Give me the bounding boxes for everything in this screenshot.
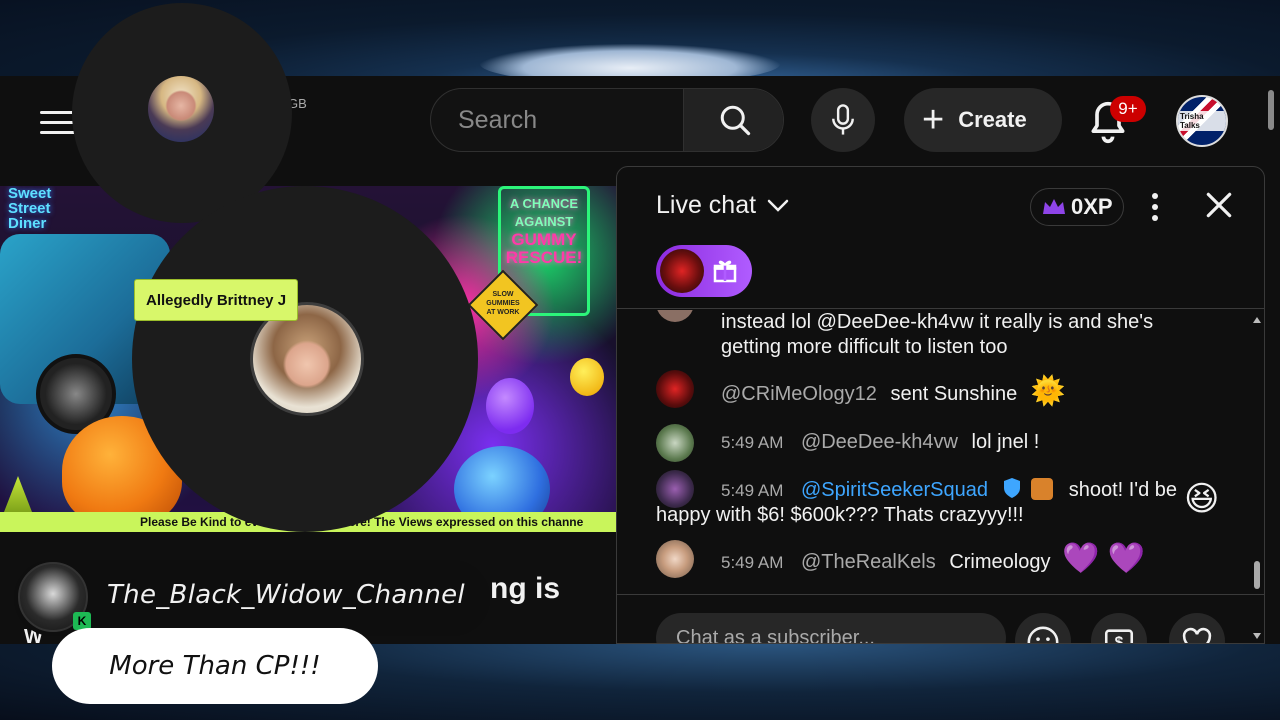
page-scrollbar[interactable] bbox=[1268, 90, 1274, 130]
yellow-gummy-bear bbox=[570, 358, 604, 396]
tagline-banner: More Than CP!!! bbox=[52, 628, 378, 704]
chat-author[interactable]: @DeeDee-kh4vw bbox=[801, 431, 958, 453]
voice-search-button[interactable] bbox=[811, 88, 875, 152]
member-badge-icon bbox=[1031, 478, 1054, 500]
live-chat-header: Live chat 0XP bbox=[617, 167, 1264, 309]
road-sign-text: SLOW GUMMIES AT WORK bbox=[486, 291, 520, 316]
video-title-fragment: ng is bbox=[490, 572, 561, 605]
chat-message: 5:49 AM @SpiritSeekerSquad shoot! I'd be… bbox=[656, 477, 1220, 528]
super-chat-button[interactable]: $ bbox=[1091, 613, 1147, 644]
traffic-cone bbox=[4, 476, 32, 512]
create-button[interactable]: + Create bbox=[904, 88, 1062, 152]
heart-icon bbox=[1182, 627, 1212, 643]
account-avatar-label: Trisha Talks bbox=[1178, 111, 1226, 131]
chat-message-text: instead lol @DeeDee-kh4vw it really is a… bbox=[721, 311, 1154, 358]
emoji-button[interactable] bbox=[1015, 613, 1071, 643]
guest-name-tag: Allegedly Brittney J bbox=[134, 279, 299, 321]
svg-text:$: $ bbox=[1115, 635, 1124, 644]
chat-message: @CRiMeOlogy12 sent Sunshine 🌞 bbox=[656, 375, 1216, 407]
plus-icon: + bbox=[922, 99, 945, 141]
chat-author[interactable]: @TheRealKels bbox=[801, 551, 936, 573]
search-icon bbox=[720, 105, 750, 136]
chat-scrollbar-thumb[interactable] bbox=[1254, 561, 1260, 589]
live-chat-title: Live chat bbox=[656, 191, 757, 219]
live-chat-mode-selector[interactable]: Live chat bbox=[656, 191, 790, 220]
create-label: Create bbox=[958, 107, 1027, 132]
notification-count-badge: 9+ bbox=[1110, 96, 1146, 122]
chat-messages: instead lol @DeeDee-kh4vw it really is a… bbox=[617, 310, 1264, 594]
chat-input-bar: $ bbox=[617, 594, 1264, 644]
menu-icon[interactable] bbox=[40, 106, 76, 136]
verified-shield-icon bbox=[1003, 478, 1020, 498]
neon-sign-title: GUMMY RESCUE! bbox=[505, 230, 583, 267]
guest-avatar-top bbox=[148, 76, 214, 142]
chat-author[interactable]: @CRiMeOlogy12 bbox=[721, 383, 877, 405]
chat-message: 5:49 AM @TheRealKels Crimeology 💜 💜 bbox=[656, 544, 1216, 575]
chat-timestamp: 5:49 AM bbox=[721, 433, 784, 452]
chat-message-text: sent Sunshine bbox=[890, 383, 1018, 405]
more-options-icon[interactable] bbox=[1147, 191, 1163, 223]
crown-icon bbox=[1043, 199, 1065, 214]
search-box bbox=[430, 88, 784, 152]
chat-message: instead lol @DeeDee-kh4vw it really is a… bbox=[656, 310, 1216, 360]
chat-scroll-up-arrow[interactable] bbox=[1253, 317, 1261, 323]
live-chat-panel: Live chat 0XP instead lol @DeeDee-kh4vw … bbox=[616, 166, 1265, 644]
chat-input[interactable] bbox=[656, 613, 1006, 643]
gifter-avatar bbox=[660, 249, 704, 293]
purple-gummy-bear bbox=[486, 378, 534, 434]
xp-value: 0XP bbox=[1071, 194, 1113, 219]
channel-name: The_Black_Widow_Channel bbox=[107, 580, 465, 610]
like-heart-button[interactable] bbox=[1169, 613, 1225, 643]
laughing-emoji: 😆 bbox=[1184, 480, 1220, 518]
chat-author-member[interactable]: @SpiritSeekerSquad bbox=[801, 479, 988, 501]
chat-message-text: lol jnel ! bbox=[971, 431, 1040, 453]
chat-message-text: Crimeology bbox=[949, 551, 1051, 573]
dollar-icon: $ bbox=[1104, 629, 1134, 644]
search-button[interactable] bbox=[683, 89, 783, 151]
chat-timestamp: 5:49 AM bbox=[721, 553, 784, 572]
search-input[interactable] bbox=[431, 89, 683, 151]
sunshine-emoji: 🌞 bbox=[1030, 375, 1066, 406]
chat-message: 5:49 AM @DeeDee-kh4vw lol jnel ! bbox=[656, 430, 1216, 455]
account-avatar[interactable]: Trisha Talks bbox=[1176, 95, 1228, 147]
diner-neon-sign: Sweet Street Diner bbox=[8, 186, 52, 232]
chat-timestamp: 5:49 AM bbox=[721, 481, 784, 500]
smiley-icon bbox=[1027, 626, 1059, 643]
gift-button[interactable] bbox=[656, 245, 752, 297]
purple-heart-emojis: 💜 💜 bbox=[1062, 542, 1146, 575]
chevron-down-icon bbox=[767, 199, 789, 212]
xp-badge[interactable]: 0XP bbox=[1030, 188, 1124, 226]
neon-sign-subtitle: A CHANCE AGAINST bbox=[509, 196, 579, 229]
close-icon[interactable] bbox=[1203, 189, 1235, 221]
microphone-icon bbox=[832, 104, 854, 135]
gift-icon bbox=[713, 260, 737, 283]
